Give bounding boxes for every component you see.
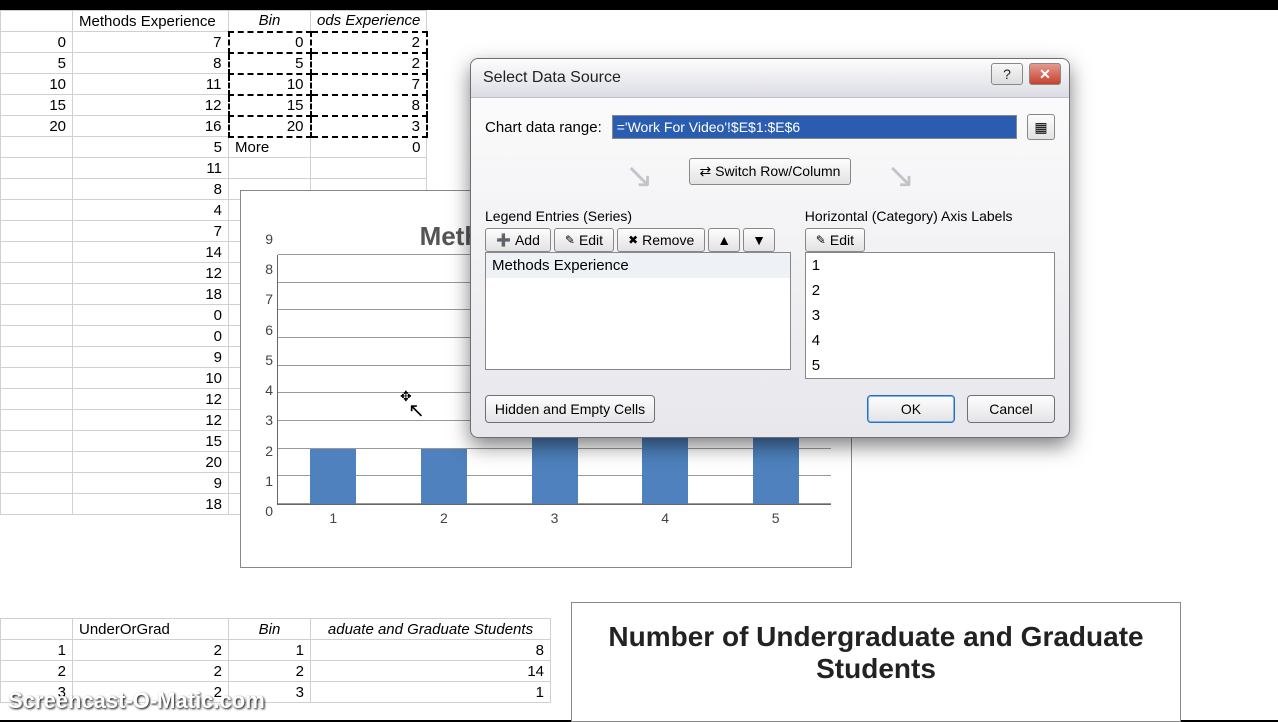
bar[interactable] [310,449,356,504]
remove-series-button[interactable]: ✖Remove [617,228,705,252]
add-icon: ➕ [496,233,511,247]
close-button[interactable]: ✕ [1029,63,1061,85]
hidden-empty-cells-button[interactable]: Hidden and Empty Cells [485,395,655,423]
edit-icon: ✎ [816,233,826,247]
axis-item[interactable]: 4 [806,328,1054,353]
legend-entries-label: Legend Entries (Series) [485,208,791,224]
ok-button[interactable]: OK [867,395,955,423]
chart-data-range-label: Chart data range: [485,119,602,136]
bar[interactable] [421,449,467,504]
switch-row-column-button[interactable]: ⇄ Switch Row/Column [689,158,852,185]
axis-item[interactable]: 1 [806,253,1054,278]
chart-undergrad-graduate[interactable]: Number of Undergraduate and Graduate Stu… [571,602,1181,722]
series-item[interactable]: Methods Experience [486,253,790,278]
axis-listbox[interactable]: 12345 [805,252,1055,379]
axis-item[interactable]: 2 [806,278,1054,303]
swap-arrow-left-icon: ↘ [625,158,654,194]
arrow-down-icon: ▼ [752,232,766,248]
remove-icon: ✖ [628,233,638,247]
chart-title: Number of Undergraduate and Graduate Stu… [572,621,1180,685]
move-down-button[interactable]: ▼ [743,228,775,252]
dialog-title-bar[interactable]: Select Data Source ? ✕ [471,59,1069,97]
help-button[interactable]: ? [991,63,1023,85]
axis-item[interactable]: 3 [806,303,1054,328]
edit-axis-labels-button[interactable]: ✎Edit [805,228,865,252]
edit-series-button[interactable]: ✎Edit [554,228,614,252]
axis-labels-label: Horizontal (Category) Axis Labels [805,208,1055,224]
switch-icon: ⇄ [700,163,712,179]
swap-arrow-right-icon: ↘ [887,158,916,194]
cancel-button[interactable]: Cancel [967,395,1055,423]
col-header: ods Experience [311,11,427,32]
move-up-button[interactable]: ▲ [708,228,740,252]
arrow-up-icon: ▲ [717,232,731,248]
collapse-dialog-button[interactable]: ▦ [1027,114,1055,140]
series-listbox[interactable]: Methods Experience [485,252,791,370]
chart-data-range-input[interactable] [612,115,1017,139]
col-header: Bin [229,11,311,32]
select-data-source-dialog: Select Data Source ? ✕ Chart data range:… [470,58,1070,438]
dialog-title: Select Data Source [483,69,621,86]
axis-item[interactable]: 5 [806,353,1054,378]
watermark: Screencast-O-Matic.com [8,688,265,714]
edit-icon: ✎ [565,233,575,247]
add-series-button[interactable]: ➕Add [485,228,551,252]
col-header: Methods Experience [73,11,229,32]
